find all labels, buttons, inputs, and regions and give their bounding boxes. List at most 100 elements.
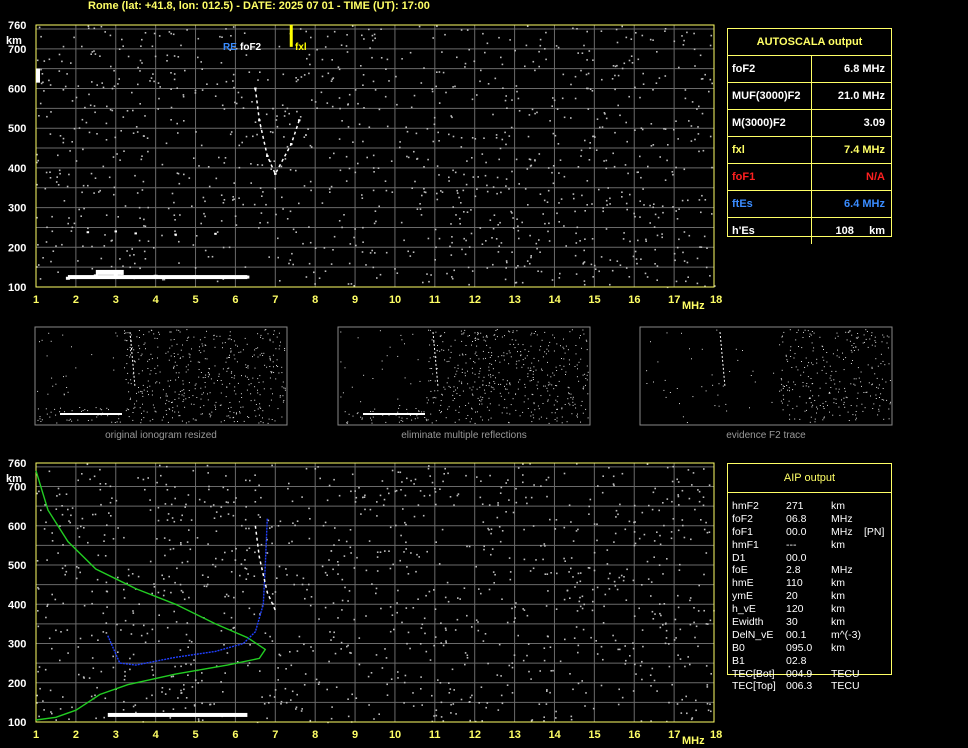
top-plot-ytick-label: 300 [8,203,26,215]
autoscala-param-value: 21.0 MHz [837,90,885,102]
aip-value: 30 [786,616,798,629]
aip-value: 110 [786,577,803,590]
aip-unit: km [831,538,845,551]
top-plot-ytick-label: 600 [8,84,26,96]
aip-unit: km [831,577,845,590]
aip-name: foE [732,564,748,577]
aip-row: Ewidth 30 km [732,616,932,629]
top-plot-ylabel: km [6,35,22,47]
aip-unit: km [831,616,845,629]
aip-unit: km [831,500,845,512]
top-trace-point-Es-multiple [134,232,137,235]
aip-name: h_vE [732,603,756,616]
bottom-es-band [107,712,248,717]
thumbnail-frame [34,326,288,426]
aip-value: 2.8 [786,564,801,577]
bottom-plot-ytick-label: 300 [8,639,26,651]
aip-value: 271 [786,500,804,512]
top-trace-point-F2 [274,172,277,175]
bottom-plot-xtick-label: 13 [509,729,521,741]
autoscala-param-label: foF1 [728,164,812,190]
thumbnail-es-trace [363,413,425,415]
aip-row: hmF1 --- km [732,539,932,552]
top-plot-ytick-label: 200 [8,242,26,254]
aip-unit: MHz [831,525,853,538]
top-plot-xtick-label: 10 [389,294,401,306]
bottom-plot-xlabel: MHz [682,735,705,747]
autoscala-row: M(3000)F2 3.09 [728,110,891,137]
bottom-plot-xtick-label: 12 [469,729,481,741]
aip-row: DelN_vE 00.1 m^(-3) [732,629,932,642]
bottom-plot-xtick-label: 7 [272,729,278,741]
aip-row: D1 00.0 [732,552,932,565]
top-plot-ytick-label: 500 [8,123,26,135]
bottom-plot-xtick-label: 1 [33,729,39,741]
aip-unit: km [831,603,845,616]
top-plot-ytick-label: 760 [8,20,26,32]
top-plot-xtick-label: 18 [710,294,722,306]
aip-name: hmF1 [732,538,759,551]
autoscala-output-panel: AUTOSCALA output foF2 6.8 MHz MUF(3000)F2 2… [727,28,892,244]
bottom-plot-xtick-label: 18 [710,729,722,741]
bottom-plot-xtick-label: 15 [588,729,600,741]
aip-unit: TECU [831,680,860,693]
aip-unit: km [831,641,845,654]
aip-value: 00.1 [786,628,807,641]
aip-name: Ewidth [732,616,764,629]
aip-name: hmE [732,577,754,590]
top-plot-xtick-label: 14 [548,294,561,306]
top-f2-trace [254,88,300,176]
autoscala-row: fxl 7.4 MHz [728,137,891,164]
autoscala-param-value: N/A [866,171,885,183]
top-plot-xtick-label: 4 [153,294,160,306]
aip-title: AIP output [728,464,891,493]
aip-value: 00.0 [786,525,807,538]
top-plot-xtick-label: 8 [312,294,318,306]
aip-row: TEC[Top] 006.3 TECU [732,680,932,693]
aip-value: --- [786,538,797,551]
aip-name: TEC[Top] [732,680,776,693]
top-plot-xtick-label: 6 [232,294,238,306]
autoscala-param-label: M(3000)F2 [728,110,812,136]
aip-row: B0 095.0 km [732,642,932,655]
autoscala-param-value: 6.8 MHz [844,63,885,75]
aip-unit: MHz [831,564,853,577]
top-plot-ytick-label: 400 [8,163,26,175]
aip-value: 004.9 [786,667,813,680]
bottom-plot-ytick-label: 760 [8,458,26,470]
top-plot-xtick-label: 16 [628,294,640,306]
bottom-plot-xtick-label: 10 [389,729,401,741]
bottom-plot-xtick-label: 11 [429,729,441,741]
autoscala-param-value: 7.4 MHz [844,144,885,156]
aip-name: D1 [732,551,746,564]
aip-row: B1 02.8 [732,655,932,668]
aip-unit: MHz [831,512,853,525]
top-es-band [67,275,248,280]
aip-name: B1 [732,654,745,667]
aip-unit: km [831,590,845,603]
autoscala-row: MUF(3000)F2 21.0 MHz [728,83,891,110]
autoscala-param-value: 3.09 [863,117,885,129]
aip-value: 120 [786,603,804,616]
fe-marker-label: RE [223,42,237,53]
thumbnail-es-trace [60,413,122,415]
top-plot-xtick-label: 13 [509,294,521,306]
top-plot-xtick-label: 12 [469,294,481,306]
top-plot-xtick-label: 17 [668,294,680,306]
top-plot-xtick-label: 5 [193,294,199,306]
bottom-plot-ytick-label: 100 [8,717,26,729]
aip-value: 095.0 [786,641,813,654]
autoscala-param-value: 108 km [835,225,885,237]
aip-extra: [PN] [864,525,885,538]
top-trace-point-Es-multiple [214,232,217,235]
bottom-plot-xtick-label: 16 [628,729,640,741]
bottom-plot-xtick-label: 2 [73,729,79,741]
thumbnail-frame [639,326,893,426]
bottom-plot-xtick-label: 6 [232,729,238,741]
autoscala-param-value: 6.4 MHz [844,198,885,210]
fxl-marker-label: fxl [295,42,307,53]
top-plot-xtick-label: 11 [429,294,441,306]
autoscala-row: foF2 6.8 MHz [728,56,891,83]
aip-name: TEC[Bot] [732,667,775,680]
bottom-plot-ytick-label: 600 [8,521,26,533]
